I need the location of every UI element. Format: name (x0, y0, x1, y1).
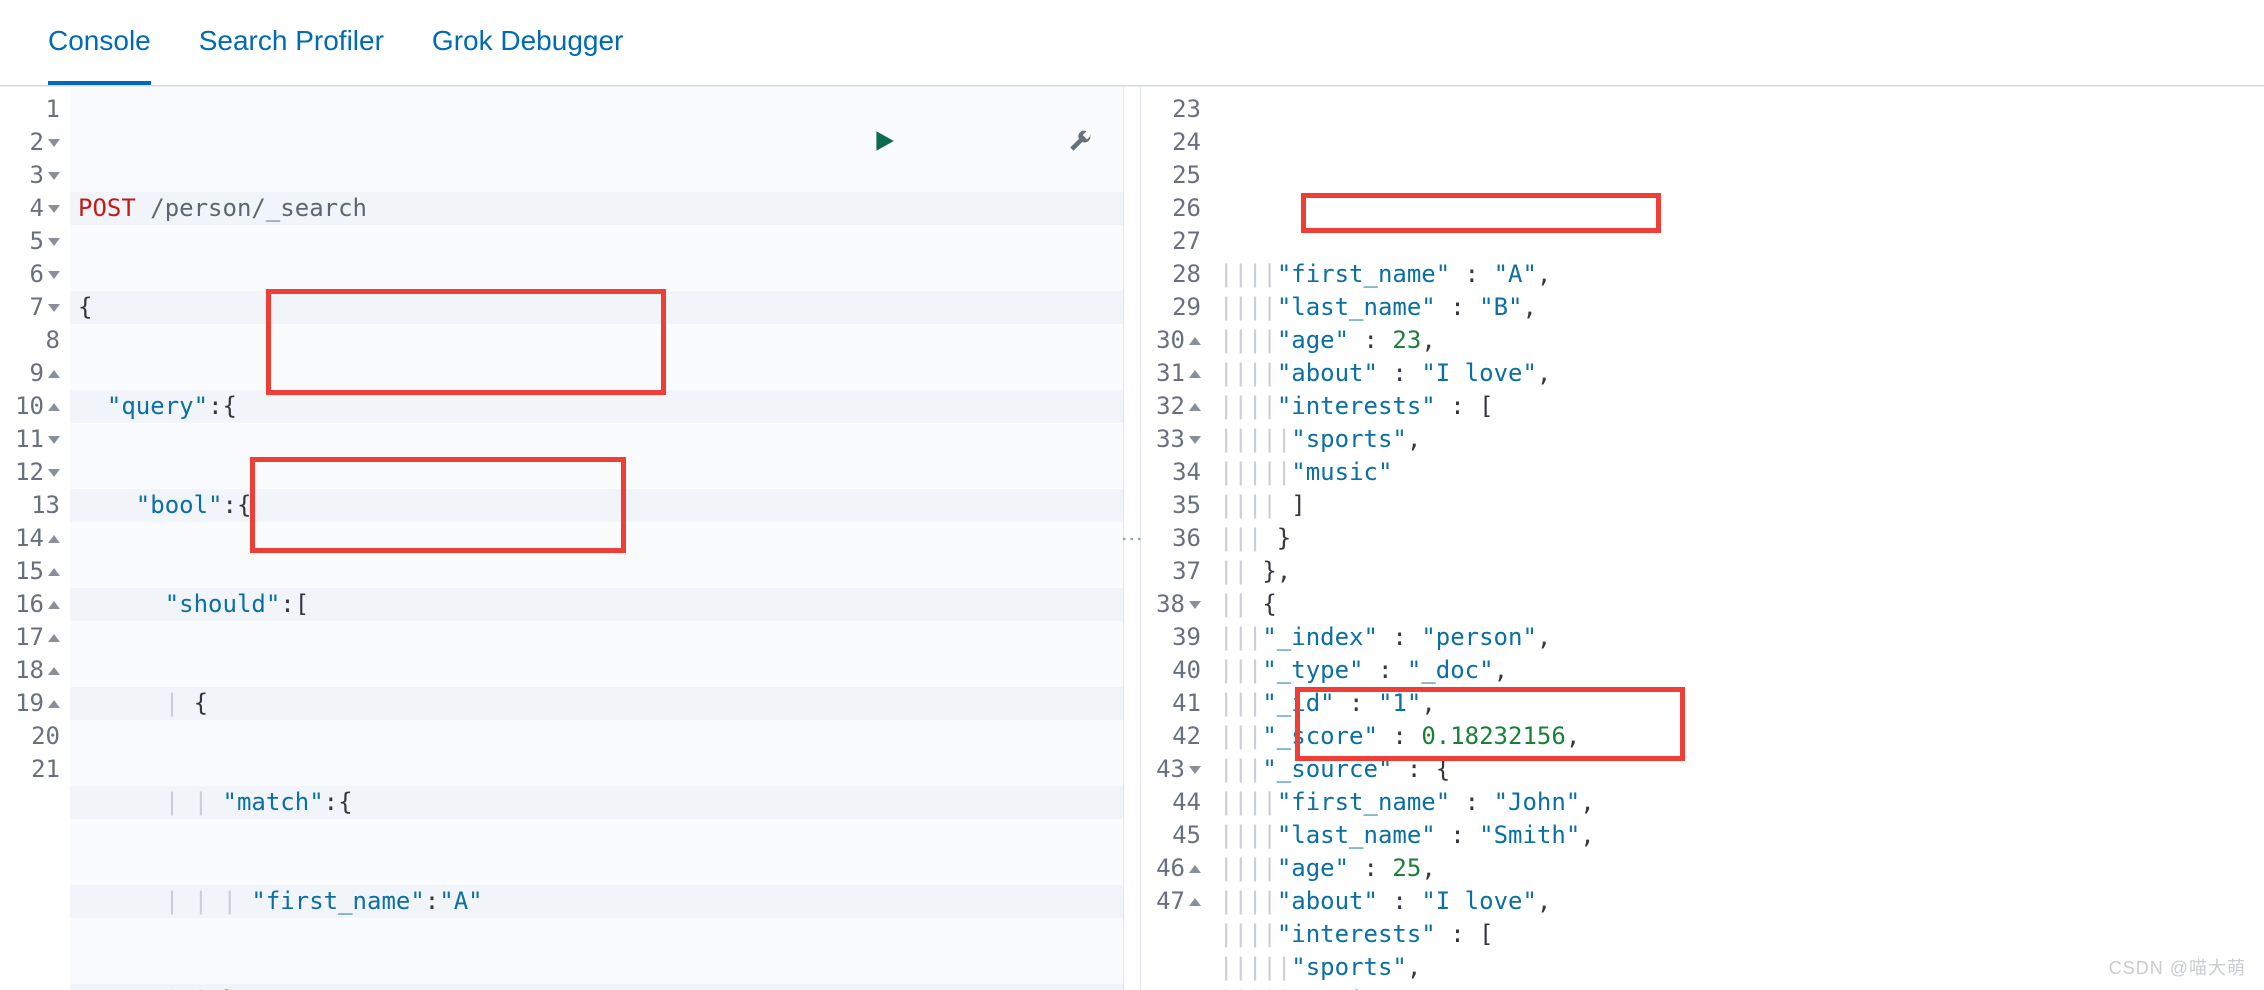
editor-gutter: 1 2 3 4 5 6 7 8 9 10 11 12 13 14 15 16 1… (0, 87, 70, 990)
request-options-icon[interactable] (923, 95, 1094, 196)
tab-console[interactable]: Console (48, 1, 151, 85)
output-line: | | | | | "sports", (1211, 423, 2264, 456)
run-request-icon[interactable] (726, 95, 897, 196)
output-line: | | | | | "music" (1211, 456, 2264, 489)
http-method: POST (78, 194, 136, 222)
response-output[interactable]: | | | | "first_name" : "A", | | | | "las… (1211, 87, 2264, 990)
key-query: "query" (107, 392, 208, 420)
watermark: CSDN @喵大萌 (2109, 954, 2246, 980)
request-editor-panel: 1 2 3 4 5 6 7 8 9 10 11 12 13 14 15 16 1… (0, 87, 1123, 990)
response-output-panel: 2324252627282930313233343536373839404142… (1141, 87, 2264, 990)
output-line: | | | "_score" : 0.18232156, (1211, 720, 2264, 753)
workspace: 1 2 3 4 5 6 7 8 9 10 11 12 13 14 15 16 1… (0, 86, 2264, 990)
annotation-box (1301, 193, 1661, 233)
output-line: | | | "_id" : "1", (1211, 687, 2264, 720)
panel-resize-handle[interactable]: ⋮ (1123, 87, 1141, 990)
output-line: | | | "_type" : "_doc", (1211, 654, 2264, 687)
key-should: "should" (165, 590, 281, 618)
output-line: | | | | "age" : 23, (1211, 324, 2264, 357)
key-match: "match" (223, 788, 324, 816)
request-editor[interactable]: POST /person/_search { "query":{ "bool":… (70, 87, 1123, 990)
output-line: | | | | "interests" : [ (1211, 918, 2264, 951)
output-line: | | | | ] (1211, 489, 2264, 522)
brace: { (78, 293, 92, 321)
output-line: | | | | "last_name" : "Smith", (1211, 819, 2264, 852)
output-line: | | | | "about" : "I love", (1211, 885, 2264, 918)
key-first-name: "first_name" (251, 887, 424, 915)
output-line: | | | | | "music" (1211, 984, 2264, 990)
output-gutter: 2324252627282930313233343536373839404142… (1141, 87, 1211, 990)
output-line: | | | | "first_name" : "John", (1211, 786, 2264, 819)
output-line: | | | "_index" : "person", (1211, 621, 2264, 654)
output-line: | | | } (1211, 522, 2264, 555)
output-line: | | | "_source" : { (1211, 753, 2264, 786)
output-line: | | | | "interests" : [ (1211, 390, 2264, 423)
tab-search-profiler[interactable]: Search Profiler (199, 1, 384, 85)
tab-grok-debugger[interactable]: Grok Debugger (432, 1, 623, 85)
tab-bar: Console Search Profiler Grok Debugger (0, 0, 2264, 86)
output-line: | | | | "first_name" : "A", (1211, 258, 2264, 291)
drag-handle-icon: ⋮ (1127, 528, 1137, 550)
output-line: | | | | "age" : 25, (1211, 852, 2264, 885)
request-path: /person/_search (136, 194, 367, 222)
key-bool: "bool" (136, 491, 223, 519)
output-line: | | }, (1211, 555, 2264, 588)
output-line: | | | | "about" : "I love", (1211, 357, 2264, 390)
output-line: | | | | "last_name" : "B", (1211, 291, 2264, 324)
output-line: | | { (1211, 588, 2264, 621)
output-line: | | | | | "sports", (1211, 951, 2264, 984)
